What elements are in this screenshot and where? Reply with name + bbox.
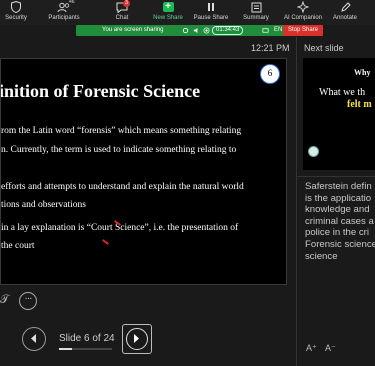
- panel-divider: [296, 37, 297, 366]
- next-slide-button[interactable]: [122, 324, 152, 354]
- chat-button[interactable]: 3 Chat: [112, 0, 132, 25]
- audio-icon[interactable]: [193, 27, 200, 34]
- slide-text-line: efforts and attempts to understand and e…: [1, 182, 244, 192]
- next-slide-highlight: felt m: [347, 99, 372, 110]
- language-indicator[interactable]: EN: [274, 25, 282, 36]
- participants-icon: 46: [56, 0, 75, 14]
- slide-counter: Slide 6 of 24: [59, 333, 115, 344]
- ai-companion-icon: [295, 0, 311, 14]
- next-slide-text: What we th: [319, 87, 366, 98]
- slide-text-line: the court: [1, 241, 35, 251]
- shield-icon: [8, 0, 24, 14]
- next-slide-thumbnail[interactable]: Why What we th felt m: [303, 58, 375, 170]
- more-options-button[interactable]: ···: [19, 292, 37, 310]
- annotate-button[interactable]: Annotate: [332, 0, 358, 25]
- notes-line: Saferstein defin: [305, 181, 372, 192]
- notes-line: knowledge and: [305, 204, 370, 216]
- broadcast-icon[interactable]: [203, 27, 210, 34]
- slide-text-line: n. Currently, the term is used to indica…: [1, 145, 237, 155]
- speaker-notes[interactable]: Saferstein defin is the applicatio knowl…: [305, 181, 375, 262]
- summary-icon: [248, 0, 264, 14]
- security-button[interactable]: Security: [4, 0, 28, 25]
- slide-title: inition of Forensic Science: [0, 81, 201, 101]
- share-timer: 01:34:43: [212, 26, 244, 35]
- chat-icon: 3: [114, 0, 130, 14]
- slide-text-line: rom the Latin word “forensis” which mean…: [1, 126, 242, 136]
- stop-share-button[interactable]: Stop Share: [283, 25, 323, 36]
- next-slide-circle: [126, 328, 148, 350]
- slide-progress-bar: [59, 348, 112, 350]
- notes-line: police in the cri: [305, 227, 369, 239]
- laser-pointer-mark: [102, 239, 109, 245]
- new-share-button[interactable]: + New Share: [152, 0, 184, 25]
- slide-text-line: tions and observations: [1, 200, 86, 210]
- pause-share-button[interactable]: Pause Share: [194, 0, 228, 25]
- annotate-icon: [337, 0, 353, 14]
- video-icon[interactable]: [262, 27, 269, 34]
- previous-slide-button[interactable]: [22, 327, 46, 351]
- participants-button[interactable]: 46 Participants: [48, 0, 80, 25]
- current-slide: inition of Forensic Science 6 rom the La…: [0, 58, 287, 285]
- increase-font-button[interactable]: A⁺: [306, 343, 317, 354]
- ai-companion-button[interactable]: AI Companion: [284, 0, 322, 25]
- pause-icon: [203, 0, 219, 14]
- chat-badge: 3: [123, 0, 130, 7]
- notes-line: Forensic science: [305, 238, 375, 250]
- pen-tool-icon[interactable]: 𝒯: [0, 292, 10, 306]
- pin-icon[interactable]: [182, 27, 189, 34]
- next-slide-logo-icon: [308, 146, 319, 157]
- notes-line: is the applicatio: [305, 192, 372, 204]
- share-icon-wrap: +: [160, 0, 176, 14]
- next-slide-label: Next slide: [304, 43, 344, 53]
- notes-separator: [297, 176, 375, 177]
- chevron-left-icon: [31, 334, 36, 343]
- clock: 12:21 PM: [251, 43, 290, 53]
- chevron-right-icon: [134, 334, 139, 343]
- meeting-toolbar: Security 46 Participants 3 Chat + New Sh…: [0, 0, 375, 25]
- sharing-status-text: You are screen sharing: [102, 27, 164, 33]
- share-arrow-icon: +: [162, 2, 174, 12]
- notes-line: criminal cases a: [305, 215, 374, 227]
- summary-button[interactable]: Summary: [242, 0, 270, 25]
- notes-line: science: [305, 250, 338, 262]
- decrease-font-button[interactable]: A⁻: [325, 343, 336, 354]
- participant-count: 46: [69, 0, 75, 5]
- slide-progress-fill: [59, 348, 73, 350]
- slide-number-badge: 6: [260, 64, 280, 84]
- next-slide-title: Why: [354, 68, 371, 77]
